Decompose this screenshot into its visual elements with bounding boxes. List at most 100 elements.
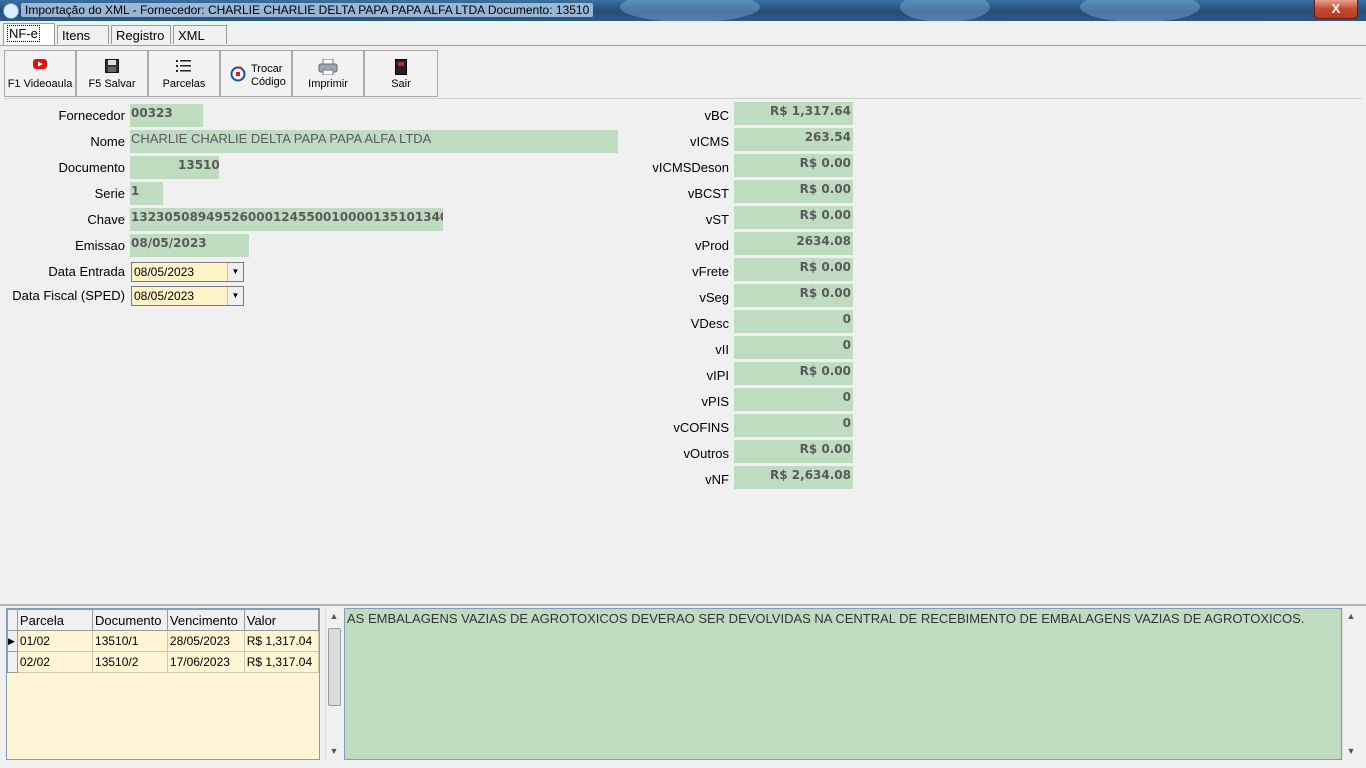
data-fiscal-label: Data Fiscal (SPED) (12, 288, 125, 303)
data-entrada-label: Data Entrada (48, 264, 125, 279)
documento-label: Documento (58, 160, 125, 175)
close-button[interactable]: X (1314, 0, 1358, 19)
col-vencimento[interactable]: Vencimento (166, 609, 245, 631)
youtube-icon (33, 59, 47, 72)
imprimir-label: Imprimir (308, 78, 348, 90)
sair-label: Sair (391, 78, 411, 90)
cell-valor[interactable]: R$ 1,317.04 (243, 651, 319, 673)
observacao-textarea[interactable]: AS EMBALAGENS VAZIAS DE AGROTOXICOS DEVE… (344, 608, 1342, 760)
total-field-vbcst[interactable]: R$ 0.00 (734, 180, 853, 203)
scroll-down-icon[interactable]: ▼ (1343, 743, 1359, 760)
cell-vencimento[interactable]: 17/06/2023 (166, 651, 245, 673)
total-label-vprod: vProd (695, 238, 729, 253)
col-parcela[interactable]: Parcela (16, 609, 94, 631)
cell-valor[interactable]: R$ 1,317.04 (243, 630, 319, 652)
serie-label: Serie (94, 186, 125, 201)
total-field-vcofins[interactable]: 0 (734, 414, 853, 437)
total-label-vst: vST (705, 212, 729, 227)
sair-button[interactable]: Sair (364, 50, 438, 97)
total-label-vfrete: vFrete (692, 264, 729, 279)
nome-field[interactable]: CHARLIE CHARLIE DELTA PAPA PAPA ALFA LTD… (130, 130, 618, 153)
imprimir-button[interactable]: Imprimir (292, 50, 364, 97)
parcelas-grid[interactable]: Parcela Documento Vencimento Valor ▶ 01/… (6, 608, 320, 760)
data-fiscal-value: 08/05/2023 (134, 289, 195, 303)
col-documento[interactable]: Documento (92, 609, 168, 631)
data-entrada-picker[interactable]: 08/05/2023 ▼ (131, 262, 244, 282)
cell-parcela[interactable]: 02/02 (16, 651, 94, 673)
tab-nfe[interactable]: NF-e (3, 23, 55, 45)
current-row-indicator-icon: ▶ (7, 630, 18, 652)
row-indicator (7, 651, 18, 673)
total-field-vicms[interactable]: 263.54 (734, 128, 853, 151)
total-field-vnf[interactable]: R$ 2,634.08 (734, 466, 853, 489)
total-field-vpis[interactable]: 0 (734, 388, 853, 411)
serie-field[interactable]: 1 (130, 182, 163, 205)
trocar-codigo-button[interactable]: Trocar Código (220, 50, 292, 97)
floppy-disk-icon (105, 59, 119, 76)
list-icon (176, 59, 192, 76)
salvar-button[interactable]: F5 Salvar (76, 50, 148, 97)
grid-corner (7, 609, 18, 631)
cell-parcela[interactable]: 01/02 (16, 630, 94, 652)
chave-field[interactable]: 132305089495260001245500100001351013406 (130, 208, 443, 231)
parcelas-button[interactable]: Parcelas (148, 50, 220, 97)
fornecedor-label: Fornecedor (58, 108, 125, 123)
exit-door-icon (395, 59, 407, 78)
parcelas-label: Parcelas (162, 78, 206, 90)
emissao-field[interactable]: 08/05/2023 (130, 234, 249, 257)
total-label-vdesc: VDesc (690, 316, 729, 331)
table-row[interactable]: ▶ 01/02 13510/1 28/05/2023 R$ 1,317.04 (7, 630, 319, 652)
total-label-voutros: vOutros (683, 446, 729, 461)
app-icon[interactable] (3, 3, 19, 19)
tab-itens-label: Itens (62, 28, 91, 43)
observacao-scrollbar[interactable]: ▲ ▼ (1342, 608, 1359, 760)
cell-documento[interactable]: 13510/1 (92, 630, 168, 652)
tab-bar: NF-e Itens Registro XML (0, 23, 1366, 46)
total-label-vnf: vNF (705, 472, 729, 487)
parcelas-scrollbar[interactable]: ▲ ▼ (325, 608, 342, 760)
total-field-vicmsdeson[interactable]: R$ 0.00 (734, 154, 853, 177)
chave-label: Chave (87, 212, 125, 227)
scroll-thumb[interactable] (328, 628, 341, 706)
toolbar-divider (4, 98, 1362, 99)
tab-registro-label: Registro (116, 28, 165, 43)
videoaula-button[interactable]: F1 Videoaula (4, 50, 76, 97)
trocar-label-2: Código (251, 76, 286, 88)
chevron-down-icon[interactable]: ▼ (227, 287, 243, 305)
total-field-vfrete[interactable]: R$ 0.00 (734, 258, 853, 281)
table-row[interactable]: 02/02 13510/2 17/06/2023 R$ 1,317.04 (7, 651, 319, 673)
tab-itens[interactable]: Itens (57, 25, 109, 44)
scroll-up-icon[interactable]: ▲ (1343, 608, 1359, 625)
swap-icon (230, 66, 246, 85)
tab-xml[interactable]: XML (173, 25, 227, 44)
total-field-vbc[interactable]: R$ 1,317.64 (734, 102, 853, 125)
total-field-vseg[interactable]: R$ 0.00 (734, 284, 853, 307)
window-title: Importação do XML - Fornecedor: CHARLIE … (21, 3, 594, 17)
salvar-label: F5 Salvar (88, 78, 136, 90)
total-field-vipi[interactable]: R$ 0.00 (734, 362, 853, 385)
total-label-vicms: vICMS (690, 134, 729, 149)
nome-label: Nome (90, 134, 125, 149)
total-field-vdesc[interactable]: 0 (734, 310, 853, 333)
trocar-label-1: Trocar (251, 63, 283, 75)
total-label-vii: vII (715, 342, 729, 357)
data-fiscal-picker[interactable]: 08/05/2023 ▼ (131, 286, 244, 306)
total-label-vicmsdeson: vICMSDeson (652, 160, 729, 175)
col-valor[interactable]: Valor (243, 609, 319, 631)
cell-documento[interactable]: 13510/2 (92, 651, 168, 673)
documento-field[interactable]: 13510 (130, 156, 219, 179)
total-label-vcofins: vCOFINS (673, 420, 729, 435)
tab-registro[interactable]: Registro (111, 25, 171, 44)
total-field-vii[interactable]: 0 (734, 336, 853, 359)
cell-vencimento[interactable]: 28/05/2023 (166, 630, 245, 652)
total-label-vipi: vIPI (706, 368, 729, 383)
scroll-down-icon[interactable]: ▼ (326, 743, 342, 760)
total-field-vst[interactable]: R$ 0.00 (734, 206, 853, 229)
window-title-bar[interactable]: Importação do XML - Fornecedor: CHARLIE … (0, 0, 1366, 21)
scroll-up-icon[interactable]: ▲ (326, 608, 342, 625)
chevron-down-icon[interactable]: ▼ (227, 263, 243, 281)
total-field-voutros[interactable]: R$ 0.00 (734, 440, 853, 463)
fornecedor-field[interactable]: 00323 (130, 104, 203, 127)
total-field-vprod[interactable]: 2634.08 (734, 232, 853, 255)
total-label-vseg: vSeg (699, 290, 729, 305)
